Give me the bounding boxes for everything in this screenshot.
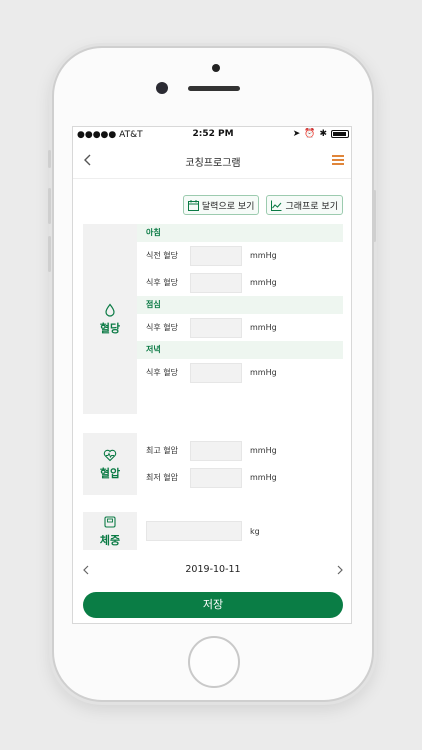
dinner-after-input[interactable] (190, 362, 242, 383)
glucose-label: 혈당 (99, 321, 121, 335)
graph-view-button[interactable]: 그래프로 보기 (266, 195, 343, 215)
graph-view-label: 그래프로 보기 (285, 201, 338, 212)
battery-icon (331, 130, 349, 138)
status-icons: ➤ ⏰ ✱ (293, 129, 349, 139)
pressure-row: 최저 혈압 mmHg (137, 464, 343, 491)
water-drop-icon (105, 303, 115, 317)
calendar-view-button[interactable]: 달력으로 보기 (182, 195, 260, 215)
nav-bar: 코칭프로그램 (73, 143, 351, 179)
scale-icon (104, 515, 116, 528)
date-navigator: 2019-10-11 (73, 559, 351, 581)
dinner-after-label: 식후 혈당 (146, 368, 178, 377)
weight-unit-label: kg (250, 526, 260, 536)
unit-label: mmHg (250, 473, 277, 482)
pressure-body: 최고 혈압 mmHg 최저 혈압 mmHg (137, 433, 343, 495)
unit-label: mmHg (250, 446, 277, 455)
weight-input[interactable] (146, 521, 242, 541)
pressure-label: 혈압 (99, 466, 121, 480)
glucose-row: 식후 혈당 mmHg (137, 314, 343, 341)
weight-body: kg (137, 512, 343, 550)
alarm-icon: ⏰ (304, 129, 316, 139)
meal-header-lunch: 점심 (137, 296, 343, 314)
morning-before-input[interactable] (190, 245, 242, 266)
page-title: 코칭프로그램 (185, 158, 241, 169)
weight-row: kg (137, 512, 343, 550)
low-pressure-input[interactable] (190, 467, 242, 488)
pressure-label-panel: 혈압 (83, 433, 137, 495)
calendar-view-label: 달력으로 보기 (201, 201, 255, 212)
location-icon: ➤ (292, 129, 301, 139)
glucose-section: 혈당 아침 식전 혈당 mmHg 식후 혈당 mmHg 점심 식후 혈당 mmH… (83, 224, 343, 414)
bluetooth-icon: ✱ (319, 129, 327, 139)
unit-label: mmHg (250, 251, 277, 260)
glucose-row: 식후 혈당 mmHg (137, 269, 343, 296)
view-toggle-buttons: 달력으로 보기 그래프로 보기 (182, 195, 343, 215)
weight-label-panel: 체중 (83, 512, 137, 550)
hamburger-menu-icon[interactable] (332, 155, 344, 165)
home-button[interactable] (188, 636, 240, 688)
power-button (373, 190, 376, 242)
meal-header-morning: 아침 (137, 224, 343, 242)
glucose-label-panel: 혈당 (83, 224, 137, 414)
morning-after-label: 식후 혈당 (146, 278, 178, 287)
lunch-after-input[interactable] (190, 317, 242, 338)
lunch-after-label: 식후 혈당 (146, 323, 178, 332)
glucose-row: 식후 혈당 mmHg (137, 359, 343, 386)
front-camera (156, 82, 168, 94)
pressure-row: 최고 혈압 mmHg (137, 437, 343, 464)
unit-label: mmHg (250, 368, 277, 377)
app-screen: ●●●●● AT&T 2:52 PM ➤ ⏰ ✱ 코칭프로그램 달력으로 보기 (72, 126, 352, 624)
earpiece-speaker (188, 86, 240, 91)
save-button[interactable]: 저장 (83, 592, 343, 618)
meal-header-dinner: 저녁 (137, 341, 343, 359)
heart-pulse-icon (103, 449, 117, 461)
unit-label: mmHg (250, 323, 277, 332)
current-date: 2019-10-11 (185, 564, 241, 575)
mute-switch (48, 150, 51, 168)
pressure-section: 혈압 최고 혈압 mmHg 최저 혈압 mmHg (83, 433, 343, 495)
high-pressure-input[interactable] (190, 440, 242, 461)
next-date-chevron-icon[interactable] (335, 564, 345, 576)
glucose-body: 아침 식전 혈당 mmHg 식후 혈당 mmHg 점심 식후 혈당 mmHg 저… (137, 224, 343, 414)
high-pressure-label: 최고 혈압 (146, 446, 178, 455)
morning-before-label: 식전 혈당 (146, 251, 178, 260)
line-chart-icon (271, 200, 282, 211)
weight-label: 체중 (99, 533, 121, 547)
weight-section: 체중 kg (83, 512, 343, 550)
volume-up-button (48, 188, 51, 224)
calendar-icon (187, 199, 199, 211)
status-bar: ●●●●● AT&T 2:52 PM ➤ ⏰ ✱ (73, 127, 351, 143)
unit-label: mmHg (250, 278, 277, 287)
proximity-sensor (212, 64, 220, 72)
glucose-row: 식전 혈당 mmHg (137, 242, 343, 269)
morning-after-input[interactable] (190, 272, 242, 293)
low-pressure-label: 최저 혈압 (146, 473, 178, 482)
volume-down-button (48, 236, 51, 272)
